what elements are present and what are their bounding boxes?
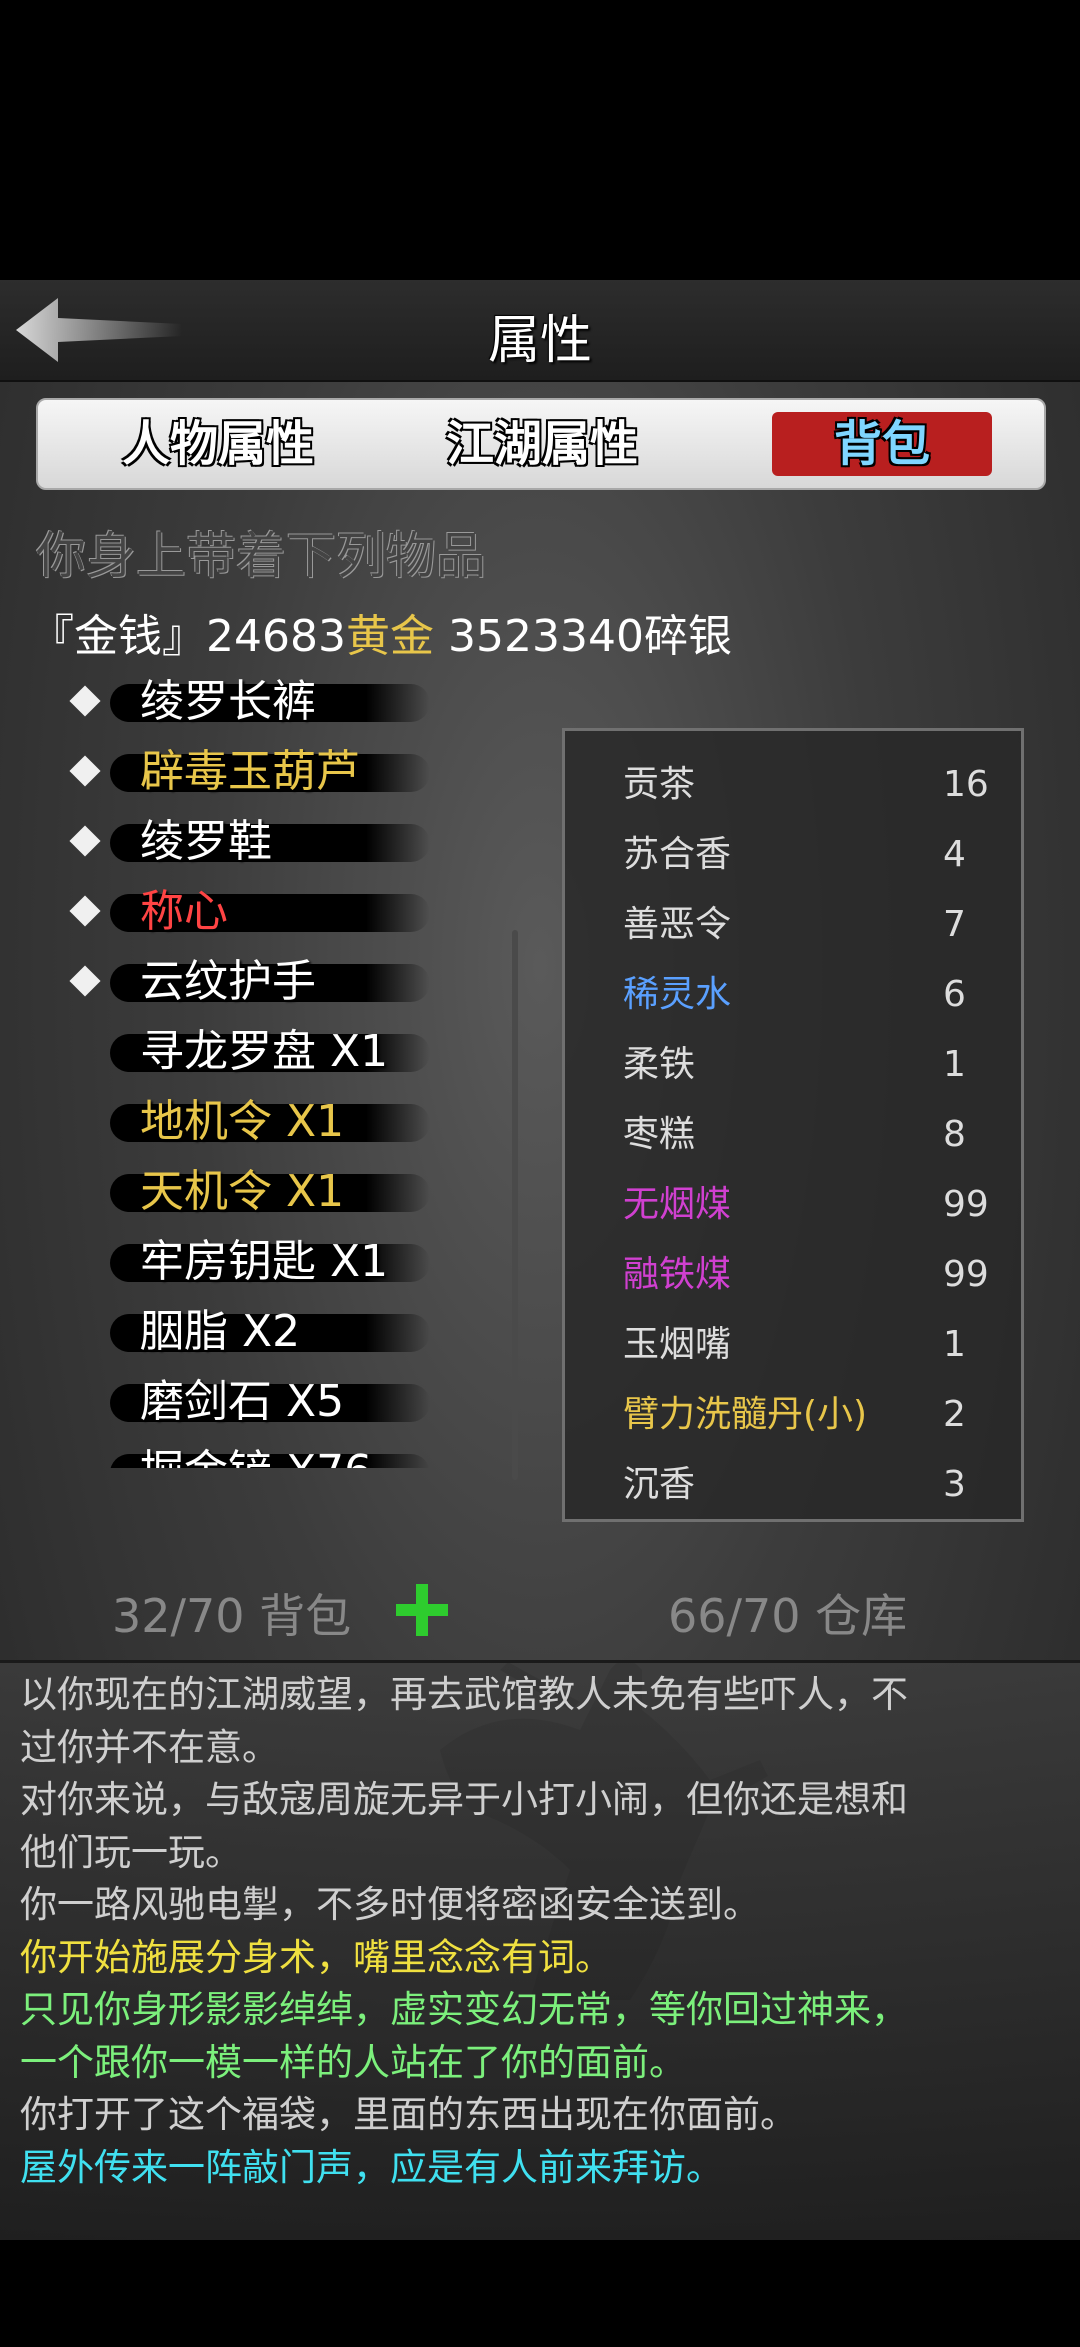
equipped-item[interactable]: 牢房钥匙 X1 [60,1232,500,1292]
silver-value: 3523340 [447,611,644,662]
storage-item-name: 臂力洗髓丹(小) [623,1394,868,1435]
storage-item-qty: 2 [943,1394,966,1435]
equip-list-scrollbar[interactable] [512,930,518,1480]
equipped-item[interactable]: 云纹护手 [60,952,500,1012]
tab-jianghu-attributes[interactable]: 江湖属性 [422,412,662,476]
equipped-item-label: 寻龙罗盘 X1 [140,1026,389,1077]
storage-item-name: 苏合香 [623,834,732,875]
storage-item-qty: 8 [943,1114,966,1155]
equipped-item[interactable]: 地机令 X1 [60,1092,500,1152]
storage-item[interactable]: 融铁煤 99 [565,1243,1021,1307]
game-screen: 属性 人物属性 江湖属性 背包 你身上带着下列物品 『金钱』24683黄金 35… [0,280,1080,2240]
storage-item-name: 贡茶 [623,764,696,805]
equipped-item[interactable]: 绫罗鞋 [60,812,500,872]
plus-icon[interactable] [392,1580,452,1640]
storage-item[interactable]: 稀灵水 6 [565,963,1021,1027]
storage-item[interactable]: 柔铁 1 [565,1033,1021,1097]
page-title: 属性 [487,311,592,371]
equipped-item-label: 胭脂 X2 [140,1306,301,1357]
storage-item-qty: 99 [943,1184,989,1225]
equipped-item-label: 天机令 X1 [140,1166,345,1217]
equipped-diamond-icon [69,965,101,997]
equipped-item[interactable]: 天机令 X1 [60,1162,500,1222]
storage-item-name: 融铁煤 [623,1254,732,1295]
storage-item[interactable]: 苏合香 4 [565,823,1021,887]
equipped-item-label: 地机令 X1 [140,1096,345,1147]
equipped-diamond-icon [69,685,101,717]
equipped-item[interactable]: 掘金铲 X76 [60,1442,500,1468]
message-log: 以你现在的江湖威望，再去武馆教人未免有些吓人，不 过你并不在意。对你来说，与敌寇周… [0,1660,1080,2240]
log-line: 只见你身形影影绰绰，虚实变幻无常，等你回过神来， [20,1988,908,2031]
storage-item-name: 善恶令 [623,904,732,945]
equipped-item[interactable]: 胭脂 X2 [60,1302,500,1362]
storage-item-name: 玉烟嘴 [623,1324,732,1365]
equipped-item-label: 绫罗鞋 [140,816,272,867]
equipped-item-label: 磨剑石 X5 [140,1376,345,1427]
storage-item-name: 枣糕 [623,1114,696,1155]
equipped-item-label: 掘金铲 X76 [140,1444,372,1468]
equipped-item[interactable]: 磨剑石 X5 [60,1372,500,1432]
storage-item-qty: 3 [943,1464,966,1505]
equipped-item[interactable]: 辟毒玉葫芦 [60,742,500,802]
log-line: 对你来说，与敌寇周旋无异于小打小闹，但你还是想和 [20,1778,908,1821]
storage-item-qty: 16 [943,764,989,805]
log-line: 你开始施展分身术，嘴里念念有词。 [20,1935,612,1979]
money-prefix: 『金钱』 [30,611,206,662]
money-line: 『金钱』24683黄金 3523340碎银 [30,600,732,664]
capacity-bar: 32/70 背包 66/70 仓库 [0,1580,1080,1643]
equipped-item-label: 云纹护手 [140,956,316,1007]
storage-list[interactable]: 贡茶 16 苏合香 4 善恶令 7 稀灵水 6 柔铁 1 枣糕 8 无烟煤 99 融铁煤 99 玉烟嘴 1 臂力洗髓… [562,728,1024,1522]
log-line: 你一路风驰电掣，不多时便将密函安全送到。 [20,1883,760,1926]
log-line: 他们玩一玩。 [20,1830,242,1874]
warehouse-count: 66/70 仓库 [668,1589,908,1643]
equipped-diamond-icon [69,895,101,927]
storage-item-qty: 99 [943,1254,989,1295]
equipped-item-label: 绫罗长裤 [140,676,316,727]
storage-item-qty: 4 [943,834,966,875]
storage-item-name: 柔铁 [623,1044,696,1085]
storage-item-name: 无烟煤 [623,1184,732,1225]
equipped-diamond-icon [69,755,101,787]
equipped-item[interactable]: 称心 [60,882,500,942]
storage-item-name: 沉香 [623,1464,696,1505]
bag-count: 32/70 背包 [112,1589,352,1643]
storage-item-qty: 7 [943,904,966,945]
silver-unit: 碎银 [643,611,732,662]
storage-item[interactable]: 臂力洗髓丹(小) 2 [565,1383,1021,1447]
equipped-item[interactable]: 绫罗长裤 [60,672,500,732]
gold-value: 24683 [206,611,346,662]
storage-item-name: 稀灵水 [623,974,732,1015]
carrying-label: 你身上带着下列物品 [36,527,486,585]
log-line: 过你并不在意。 [20,1725,279,1769]
message-log-lines: 以你现在的江湖威望，再去武馆教人未免有些吓人，不 过你并不在意。对你来说，与敌寇周… [20,1669,1060,2194]
storage-item-qty: 6 [943,974,966,1015]
equipped-item-label: 牢房钥匙 X1 [140,1236,389,1287]
log-line: 一个跟你一模一样的人站在了你的面前。 [20,2040,686,2084]
tab-bar: 人物属性 江湖属性 背包 [36,398,1046,490]
equipped-item-label: 辟毒玉葫芦 [140,746,360,797]
equipped-diamond-icon [69,825,101,857]
tab-character-attributes[interactable]: 人物属性 [98,412,338,476]
storage-item-qty: 1 [943,1044,966,1085]
storage-item[interactable]: 枣糕 8 [565,1103,1021,1167]
log-line: 以你现在的江湖威望，再去武馆教人未免有些吓人，不 [20,1673,908,1716]
tab-backpack[interactable]: 背包 [772,412,992,476]
storage-item[interactable]: 玉烟嘴 1 [565,1313,1021,1377]
storage-item[interactable]: 沉香 3 [565,1453,1021,1517]
gold-unit: 黄金 [345,611,434,662]
log-line: 屋外传来一阵敲门声，应是有人前来拜访。 [20,2145,723,2189]
storage-item[interactable]: 无烟煤 99 [565,1173,1021,1237]
equipped-item[interactable]: 寻龙罗盘 X1 [60,1022,500,1082]
log-line: 你打开了这个福袋，里面的东西出现在你面前。 [20,2093,797,2136]
storage-item-qty: 1 [943,1324,966,1365]
equipped-item-label: 称心 [140,886,228,937]
equipped-item-list[interactable]: 绫罗长裤辟毒玉葫芦绫罗鞋称心云纹护手寻龙罗盘 X1 地机令 X1 天机令 X1 牢房钥… [60,658,500,1468]
storage-item[interactable]: 善恶令 7 [565,893,1021,957]
storage-item[interactable]: 贡茶 16 [565,753,1021,817]
header-bar: 属性 [0,280,1080,382]
